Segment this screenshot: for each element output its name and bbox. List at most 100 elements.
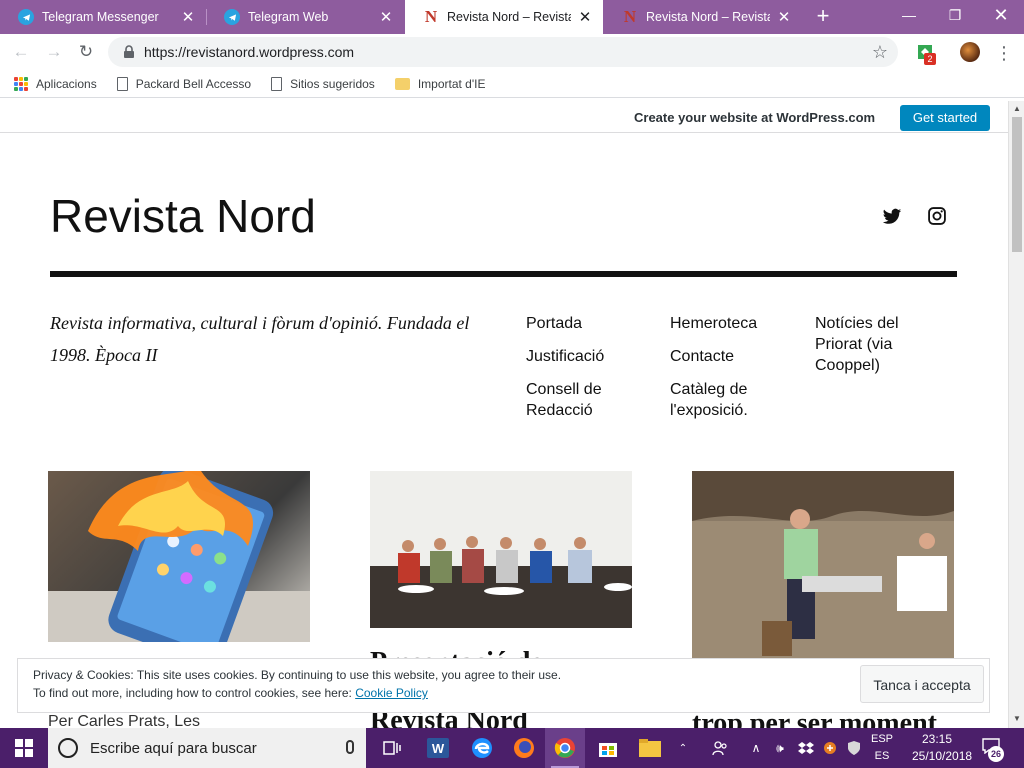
bookmark-apps[interactable]: Aplicacions: [14, 76, 97, 91]
browser-toolbar: ← → ↻ https://revistanord.wordpress.com …: [0, 34, 1024, 70]
restore-button[interactable]: ❐: [932, 0, 978, 30]
menu-column-3: Notícies del Priorat (via Cooppel): [815, 313, 925, 388]
menu-kebab-icon[interactable]: ⋮: [995, 43, 1013, 63]
menu-column-2: Hemeroteca Contacte Catàleg de l'exposic…: [670, 313, 780, 433]
scroll-down-icon[interactable]: ▼: [1013, 714, 1021, 723]
wordpress-banner: Create your website at WordPress.com Get…: [0, 101, 1008, 133]
word-icon[interactable]: W: [418, 728, 458, 768]
revista-nord-icon: N: [424, 7, 438, 26]
action-center-icon[interactable]: 26: [982, 738, 1004, 762]
cookie-text-prefix: To find out more, including how to contr…: [33, 686, 356, 700]
instagram-icon[interactable]: [927, 206, 947, 226]
tab-telegram-web[interactable]: Telegram Web ✕: [206, 0, 404, 34]
svg-text:W: W: [432, 741, 445, 756]
close-tab-icon[interactable]: ✕: [577, 8, 593, 26]
vertical-scrollbar[interactable]: ▲ ▼: [1008, 101, 1024, 728]
windows-start-button[interactable]: [0, 728, 48, 768]
dropbox-icon[interactable]: [796, 728, 816, 768]
tab-title: Telegram Web: [248, 10, 329, 24]
security-icon[interactable]: [844, 728, 864, 768]
language-code: ESP: [870, 733, 893, 745]
scroll-up-icon[interactable]: ▲: [1013, 104, 1021, 113]
url-text: https://revistanord.wordpress.com: [144, 44, 355, 60]
close-window-button[interactable]: ✕: [978, 0, 1024, 30]
file-explorer-icon[interactable]: [630, 728, 670, 768]
clock-time: 23:15: [921, 732, 953, 746]
volume-icon[interactable]: 🕪: [770, 728, 790, 768]
accept-cookies-button[interactable]: Tanca i accepta: [860, 665, 984, 703]
tab-title: Telegram Messenger: [42, 10, 159, 24]
chrome-icon[interactable]: [545, 728, 585, 768]
search-placeholder: Escribe aquí para buscar: [90, 739, 257, 757]
menu-item-consell-redaccio[interactable]: Consell de Redacció: [526, 379, 646, 421]
post-image-musician-cave[interactable]: [692, 471, 954, 661]
system-clock[interactable]: 23:15 25/10/2018: [912, 731, 973, 765]
store-icon[interactable]: [588, 728, 628, 768]
bookmark-star-icon[interactable]: ☆: [872, 42, 888, 63]
new-tab-button[interactable]: +: [812, 5, 834, 27]
menu-item-noticies-priorat[interactable]: Notícies del Priorat (via Cooppel): [815, 313, 925, 376]
bookmark-importat-ie[interactable]: Importat d'IE: [394, 76, 486, 91]
menu-item-portada[interactable]: Portada: [526, 313, 646, 334]
menu-item-justificacio[interactable]: Justificació: [526, 346, 646, 367]
windows-taskbar: Escribe aquí para buscar W ⌃ ∧ 🕪 ESP ES: [0, 728, 1024, 768]
microphone-icon[interactable]: [346, 740, 354, 754]
tab-revista-nord-active[interactable]: N Revista Nord – Revista inf ✕: [405, 0, 603, 34]
back-icon[interactable]: ←: [10, 41, 32, 63]
cookie-banner: Privacy & Cookies: This site uses cookie…: [17, 658, 990, 713]
wordpress-banner-text[interactable]: Create your website at WordPress.com: [634, 110, 875, 125]
input-language-indicator[interactable]: ESP ES: [868, 731, 896, 765]
edge-icon[interactable]: [462, 728, 502, 768]
minimize-button[interactable]: —: [886, 0, 932, 30]
reload-icon[interactable]: ↻: [75, 41, 97, 63]
close-tab-icon[interactable]: ✕: [378, 8, 394, 26]
menu-item-hemeroteca[interactable]: Hemeroteca: [670, 313, 780, 334]
firefox-icon[interactable]: [504, 728, 544, 768]
site-tagline: Revista informativa, cultural i fòrum d'…: [50, 313, 470, 365]
address-bar[interactable]: https://revistanord.wordpress.com ☆: [108, 37, 898, 67]
telegram-icon: [18, 9, 34, 25]
revista-nord-icon: N: [623, 7, 637, 26]
bookmark-label: Importat d'IE: [417, 76, 486, 91]
close-tab-icon[interactable]: ✕: [776, 8, 792, 26]
menu-column-1: Portada Justificació Consell de Redacció: [526, 313, 646, 433]
task-view-icon[interactable]: [372, 728, 412, 768]
header-divider: [50, 271, 957, 277]
taskbar-search-box[interactable]: Escribe aquí para buscar: [48, 728, 366, 768]
post-image-burning-phone[interactable]: [48, 471, 310, 642]
close-tab-icon[interactable]: ✕: [180, 8, 196, 26]
cookie-policy-link[interactable]: Cookie Policy: [355, 686, 428, 700]
menu-item-contacte[interactable]: Contacte: [670, 346, 780, 367]
bookmark-label: Sitios sugeridos: [290, 76, 375, 91]
folder-icon: [394, 77, 410, 90]
clock-date: 25/10/2018: [912, 749, 973, 763]
site-title[interactable]: Revista Nord: [50, 189, 316, 243]
network-alert-icon[interactable]: [820, 728, 840, 768]
bookmark-label: Aplicacions: [36, 76, 97, 91]
bookmark-sitios-sugeridos[interactable]: Sitios sugeridos: [271, 76, 375, 91]
get-started-button[interactable]: Get started: [900, 105, 990, 131]
windows-logo-icon: [15, 739, 33, 757]
telegram-icon: [224, 9, 240, 25]
bookmark-label: Packard Bell Accesso: [135, 76, 252, 91]
tray-chevron-icon[interactable]: ∧: [747, 728, 765, 768]
keyboard-layout: ES: [874, 750, 890, 762]
people-icon[interactable]: [708, 728, 732, 768]
extension-icon[interactable]: 2: [914, 41, 936, 65]
lock-icon: [124, 45, 134, 58]
show-hidden-icons-button[interactable]: ⌃: [676, 728, 690, 768]
menu-item-cataleg[interactable]: Catàleg de l'exposició.: [670, 379, 780, 421]
post-image-group-photo[interactable]: [370, 471, 632, 628]
profile-avatar[interactable]: [960, 42, 980, 62]
tab-revista-nord[interactable]: N Revista Nord – Revista inf ✕: [604, 0, 802, 34]
scrollbar-thumb[interactable]: [1012, 117, 1022, 252]
page-icon: [116, 76, 128, 91]
cortana-icon: [58, 738, 78, 758]
tab-title: Revista Nord – Revista inf: [447, 10, 571, 24]
bookmark-packard-bell[interactable]: Packard Bell Accesso: [116, 76, 252, 91]
tab-title: Revista Nord – Revista inf: [646, 10, 770, 24]
forward-icon[interactable]: →: [43, 41, 65, 63]
page-viewport: Create your website at WordPress.com Get…: [0, 101, 1008, 728]
twitter-icon[interactable]: [882, 206, 902, 226]
tab-telegram-messenger[interactable]: Telegram Messenger ✕: [0, 0, 206, 34]
